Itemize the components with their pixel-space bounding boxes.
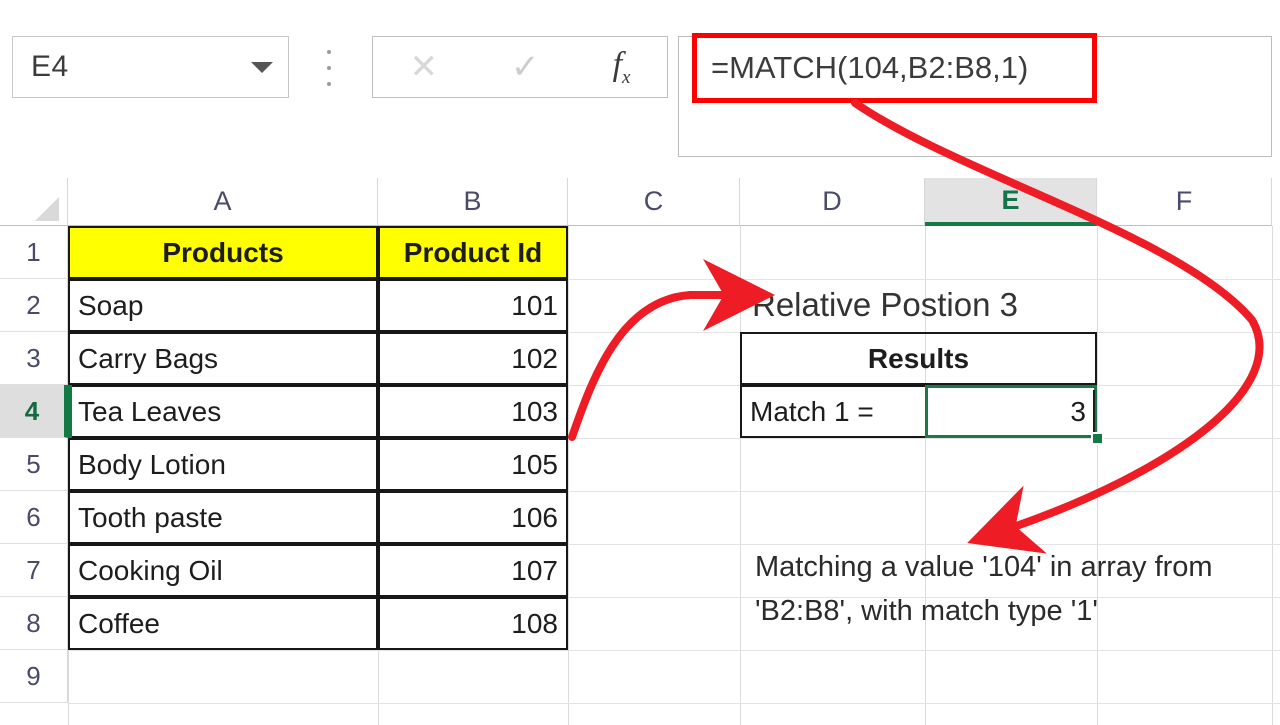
cell-a7[interactable]: Cooking Oil bbox=[68, 544, 378, 597]
row-header-7[interactable]: 7 bbox=[0, 544, 68, 597]
cell-a4[interactable]: Tea Leaves bbox=[68, 385, 378, 438]
select-all-corner[interactable] bbox=[0, 178, 68, 226]
formula-action-buttons: ✕ ✓ fx bbox=[372, 36, 668, 98]
cell-a2[interactable]: Soap bbox=[68, 279, 378, 332]
formula-bar-area: E4 ✕ ✓ fx =MATCH(104,B2:B8,1) bbox=[0, 0, 1280, 178]
name-box[interactable]: E4 bbox=[12, 36, 289, 98]
column-header-c[interactable]: C bbox=[568, 178, 740, 226]
formula-highlight-box: =MATCH(104,B2:B8,1) bbox=[692, 33, 1097, 103]
cell-b4[interactable]: 103 bbox=[378, 385, 568, 438]
text-caret bbox=[1093, 390, 1095, 432]
annotation-text: Matching a value '104' in array from 'B2… bbox=[755, 551, 1213, 627]
cell-e4-selected[interactable]: 3 bbox=[925, 385, 1097, 438]
column-header-f[interactable]: F bbox=[1097, 178, 1272, 226]
column-header-b[interactable]: B bbox=[378, 178, 568, 226]
formula-text: =MATCH(104,B2:B8,1) bbox=[711, 50, 1029, 85]
row-header-5[interactable]: 5 bbox=[0, 438, 68, 491]
select-all-triangle-icon bbox=[35, 197, 59, 221]
relative-position-label: Relative Postion 3 bbox=[752, 285, 1018, 323]
row-header-3[interactable]: 3 bbox=[0, 332, 68, 385]
close-icon[interactable]: ✕ bbox=[410, 50, 439, 84]
cell-a8[interactable]: Coffee bbox=[68, 597, 378, 650]
cell-b2[interactable]: 101 bbox=[378, 279, 568, 332]
row-header-2[interactable]: 2 bbox=[0, 279, 68, 332]
row-header-8[interactable]: 8 bbox=[0, 597, 68, 650]
row-header-6[interactable]: 6 bbox=[0, 491, 68, 544]
cell-b1[interactable]: Product Id bbox=[378, 226, 568, 279]
cell-b7[interactable]: 107 bbox=[378, 544, 568, 597]
worksheet-grid[interactable]: A B C D E F 1 2 3 4 5 6 7 8 9 Products P… bbox=[0, 178, 1280, 725]
cell-b8[interactable]: 108 bbox=[378, 597, 568, 650]
selected-row-accent bbox=[68, 385, 72, 438]
results-header-cell[interactable]: Results bbox=[740, 332, 1097, 385]
row-header-4[interactable]: 4 bbox=[0, 385, 68, 438]
column-header-row: A B C D E F bbox=[0, 178, 1280, 226]
toolbar-separator-dots bbox=[326, 50, 331, 86]
column-header-e[interactable]: E bbox=[925, 178, 1097, 226]
column-header-a[interactable]: A bbox=[68, 178, 378, 226]
name-box-value: E4 bbox=[31, 50, 69, 83]
cell-b5[interactable]: 105 bbox=[378, 438, 568, 491]
cell-a5[interactable]: Body Lotion bbox=[68, 438, 378, 491]
chevron-down-icon[interactable] bbox=[236, 61, 288, 73]
cell-a1[interactable]: Products bbox=[68, 226, 378, 279]
fx-icon[interactable]: fx bbox=[613, 47, 631, 86]
cell-a3[interactable]: Carry Bags bbox=[68, 332, 378, 385]
check-icon[interactable]: ✓ bbox=[511, 50, 540, 84]
cell-a6[interactable]: Tooth paste bbox=[68, 491, 378, 544]
cell-b6[interactable]: 106 bbox=[378, 491, 568, 544]
fill-handle[interactable] bbox=[1091, 432, 1104, 445]
row-header-9[interactable]: 9 bbox=[0, 650, 68, 703]
column-header-d[interactable]: D bbox=[740, 178, 925, 226]
row-header-1[interactable]: 1 bbox=[0, 226, 68, 279]
cell-b3[interactable]: 102 bbox=[378, 332, 568, 385]
